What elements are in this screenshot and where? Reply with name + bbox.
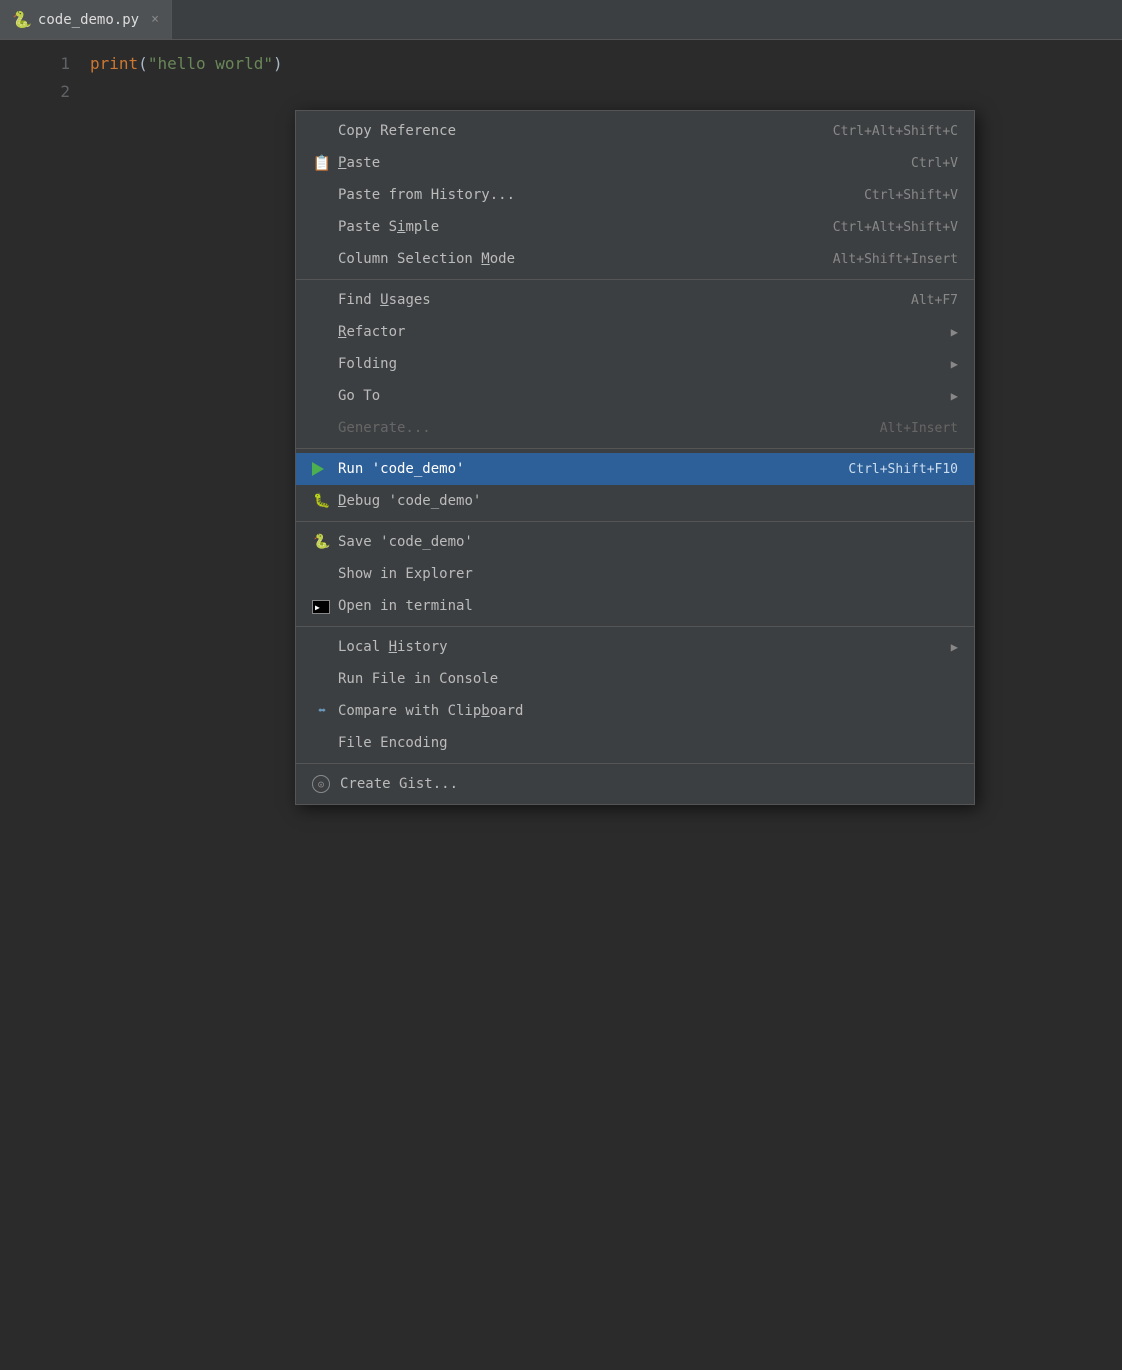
menu-label-go-to: Go To <box>338 388 943 404</box>
menu-item-folding[interactable]: Folding ▶ <box>296 348 974 380</box>
menu-item-column-selection[interactable]: Column Selection Mode Alt+Shift+Insert <box>296 243 974 275</box>
menu-shortcut-find-usages: Alt+F7 <box>911 293 958 308</box>
keyword-print: print <box>90 54 138 73</box>
paste-icon: 📋 <box>312 154 332 172</box>
tab-filename: code_demo.py <box>38 12 139 28</box>
menu-label-local-history: Local History <box>338 639 943 655</box>
string-value: "hello world" <box>148 54 273 73</box>
run-code-demo-icon <box>312 462 332 476</box>
menu-shortcut-run-code-demo: Ctrl+Shift+F10 <box>848 462 958 477</box>
menu-label-paste: Paste <box>338 155 911 171</box>
menu-label-folding: Folding <box>338 356 943 372</box>
code-line-1: print("hello world") <box>90 50 1122 78</box>
line-number-2: 2 <box>10 78 70 106</box>
menu-label-generate: Generate... <box>338 420 880 436</box>
menu-label-open-in-terminal: Open in terminal <box>338 598 958 614</box>
menu-label-show-in-explorer: Show in Explorer <box>338 566 958 582</box>
tab-close-icon[interactable]: × <box>151 12 159 27</box>
tab-python-icon: 🐍 <box>12 10 32 29</box>
line-number-1: 1 <box>10 50 70 78</box>
context-menu: Copy Reference Ctrl+Alt+Shift+C 📋 Paste … <box>295 110 975 805</box>
menu-item-paste-from-history[interactable]: Paste from History... Ctrl+Shift+V <box>296 179 974 211</box>
compare-clipboard-icon: ⬌ <box>312 703 332 719</box>
menu-shortcut-paste-simple: Ctrl+Alt+Shift+V <box>833 220 958 235</box>
menu-item-run-file-in-console[interactable]: Run File in Console <box>296 663 974 695</box>
menu-label-find-usages: Find Usages <box>338 292 911 308</box>
menu-item-show-in-explorer[interactable]: Show in Explorer <box>296 558 974 590</box>
menu-item-compare-with-clipboard[interactable]: ⬌ Compare with Clipboard <box>296 695 974 727</box>
menu-label-paste-simple: Paste Simple <box>338 219 833 235</box>
save-code-demo-icon: 🐍 <box>312 534 332 550</box>
menu-label-debug-code-demo: Debug 'code_demo' <box>338 493 958 509</box>
separator-1 <box>296 279 974 280</box>
code-area[interactable]: print("hello world") <box>80 50 1122 106</box>
menu-shortcut-column-selection: Alt+Shift+Insert <box>833 252 958 267</box>
menu-item-run-code-demo[interactable]: Run 'code_demo' Ctrl+Shift+F10 <box>296 453 974 485</box>
menu-item-debug-code-demo[interactable]: 🐛 Debug 'code_demo' <box>296 485 974 517</box>
folding-arrow-icon: ▶ <box>951 357 958 371</box>
menu-shortcut-copy-reference: Ctrl+Alt+Shift+C <box>833 124 958 139</box>
menu-label-file-encoding: File Encoding <box>338 735 958 751</box>
editor-content: 1 2 print("hello world") <box>0 40 1122 106</box>
menu-item-paste[interactable]: 📋 Paste Ctrl+V <box>296 147 974 179</box>
code-line-2 <box>90 78 1122 106</box>
open-in-terminal-icon <box>312 598 332 615</box>
menu-label-run-file-in-console: Run File in Console <box>338 671 958 687</box>
debug-code-demo-icon: 🐛 <box>312 493 332 509</box>
menu-shortcut-generate: Alt+Insert <box>880 421 958 436</box>
menu-label-refactor: Refactor <box>338 324 943 340</box>
menu-label-column-selection: Column Selection Mode <box>338 251 833 267</box>
menu-item-local-history[interactable]: Local History ▶ <box>296 631 974 663</box>
menu-shortcut-paste-from-history: Ctrl+Shift+V <box>864 188 958 203</box>
menu-item-copy-reference[interactable]: Copy Reference Ctrl+Alt+Shift+C <box>296 115 974 147</box>
menu-label-create-gist: Create Gist... <box>340 776 958 792</box>
menu-item-go-to[interactable]: Go To ▶ <box>296 380 974 412</box>
tab-bar: 🐍 code_demo.py × <box>0 0 1122 40</box>
menu-item-create-gist[interactable]: ⊙ Create Gist... <box>296 768 974 800</box>
paren-close: ) <box>273 54 283 73</box>
separator-4 <box>296 626 974 627</box>
menu-item-generate[interactable]: Generate... Alt+Insert <box>296 412 974 444</box>
separator-5 <box>296 763 974 764</box>
file-tab[interactable]: 🐍 code_demo.py × <box>0 0 172 39</box>
separator-3 <box>296 521 974 522</box>
menu-label-compare-with-clipboard: Compare with Clipboard <box>338 703 958 719</box>
terminal-box-icon <box>312 600 330 614</box>
menu-label-copy-reference: Copy Reference <box>338 123 833 139</box>
menu-label-paste-from-history: Paste from History... <box>338 187 864 203</box>
local-history-arrow-icon: ▶ <box>951 640 958 654</box>
menu-item-save-code-demo[interactable]: 🐍 Save 'code_demo' <box>296 526 974 558</box>
menu-label-save-code-demo: Save 'code_demo' <box>338 534 958 550</box>
menu-item-file-encoding[interactable]: File Encoding <box>296 727 974 759</box>
refactor-arrow-icon: ▶ <box>951 325 958 339</box>
separator-2 <box>296 448 974 449</box>
menu-item-find-usages[interactable]: Find Usages Alt+F7 <box>296 284 974 316</box>
create-gist-icon: ⊙ <box>312 775 330 793</box>
menu-item-open-in-terminal[interactable]: Open in terminal <box>296 590 974 622</box>
line-numbers: 1 2 <box>0 50 80 106</box>
menu-label-run-code-demo: Run 'code_demo' <box>338 461 848 477</box>
menu-shortcut-paste: Ctrl+V <box>911 156 958 171</box>
run-triangle-icon <box>312 462 324 476</box>
menu-item-paste-simple[interactable]: Paste Simple Ctrl+Alt+Shift+V <box>296 211 974 243</box>
menu-item-refactor[interactable]: Refactor ▶ <box>296 316 974 348</box>
go-to-arrow-icon: ▶ <box>951 389 958 403</box>
editor-area: 🐍 code_demo.py × 1 2 print("hello world"… <box>0 0 1122 1370</box>
paren-open: ( <box>138 54 148 73</box>
